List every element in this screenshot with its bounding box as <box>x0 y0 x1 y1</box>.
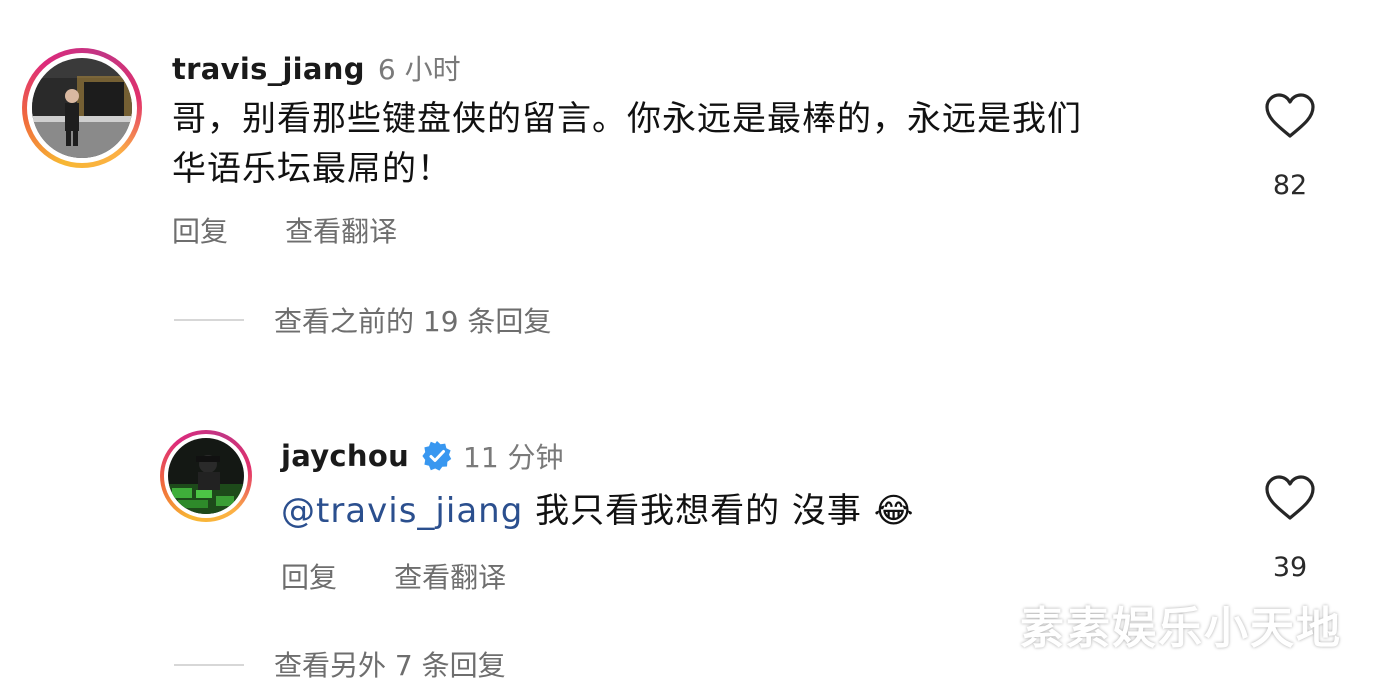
username[interactable]: travis_jiang <box>172 52 365 86</box>
comment-text-body: 我只看我想看的 沒事 <box>523 491 862 531</box>
avatar[interactable] <box>168 438 244 514</box>
avatar-photo-icon <box>168 438 244 514</box>
heart-icon <box>1265 475 1315 520</box>
timestamp: 11 分钟 <box>463 441 564 474</box>
comment-text-line: 哥，别看那些键盘侠的留言。你永远是最棒的，永远是我们 <box>172 99 1082 139</box>
avatar-photo-icon <box>32 58 132 158</box>
mention-link[interactable]: @travis_jiang <box>281 491 523 531</box>
view-previous-replies-button[interactable]: 查看之前的 19 条回复 <box>274 300 551 340</box>
reply-button[interactable]: 回复 <box>281 561 337 594</box>
like-count: 82 <box>1272 170 1308 201</box>
like-button[interactable] <box>1264 474 1316 522</box>
comment-actions: 回复 查看翻译 <box>172 210 397 250</box>
comment-header: travis_jiang 6 小时 <box>172 48 461 88</box>
translate-button[interactable]: 查看翻译 <box>285 215 397 248</box>
replies-divider <box>174 319 244 321</box>
watermark-text: 素素娱乐小天地 <box>1020 603 1342 654</box>
heart-icon <box>1265 93 1315 138</box>
like-button[interactable] <box>1264 92 1316 140</box>
view-more-replies-button[interactable]: 查看另外 7 条回复 <box>274 644 506 684</box>
comment-text: 哥，别看那些键盘侠的留言。你永远是最棒的，永远是我们 华语乐坛最屌的！ <box>172 94 1232 194</box>
comment-text: @travis_jiang 我只看我想看的 沒事 😂 <box>281 486 914 536</box>
comment-header: jaychou 11 分钟 <box>281 436 564 476</box>
verified-badge-icon <box>421 440 453 472</box>
comment-actions: 回复 查看翻译 <box>281 556 506 596</box>
reply-button[interactable]: 回复 <box>172 215 228 248</box>
avatar-ring[interactable] <box>160 430 252 522</box>
username[interactable]: jaychou <box>281 439 409 473</box>
laughing-tears-emoji-icon: 😂 <box>873 491 915 531</box>
timestamp: 6 小时 <box>377 53 461 86</box>
replies-divider <box>174 664 244 666</box>
avatar-ring[interactable] <box>22 48 142 168</box>
translate-button[interactable]: 查看翻译 <box>394 561 506 594</box>
avatar[interactable] <box>32 58 132 158</box>
like-count: 39 <box>1272 552 1308 583</box>
comment-text-line: 华语乐坛最屌的！ <box>172 149 452 189</box>
